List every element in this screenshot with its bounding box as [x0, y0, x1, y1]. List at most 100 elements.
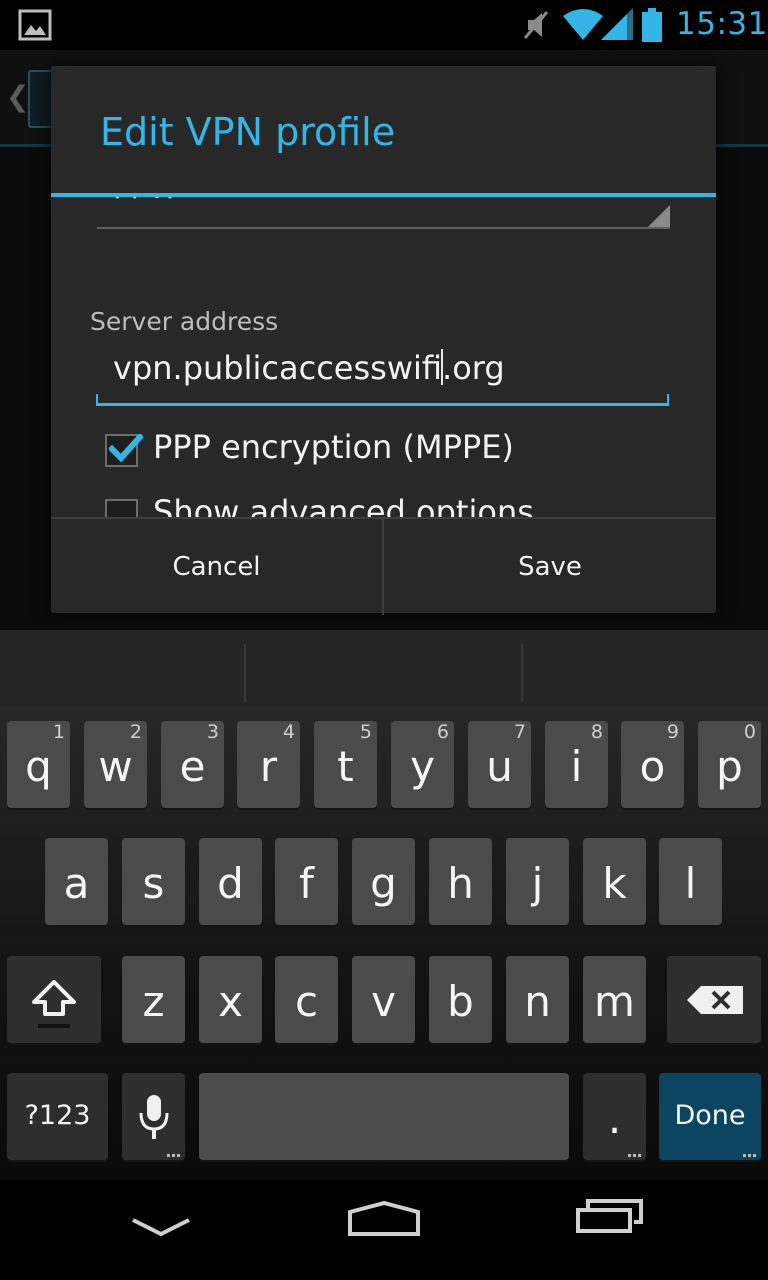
cancel-button[interactable]: Cancel	[51, 519, 384, 615]
shift-icon	[32, 980, 76, 1028]
vpn-type-value: PPTP	[113, 197, 183, 205]
key-o[interactable]: 9o	[621, 721, 684, 808]
period-key[interactable]: .	[583, 1073, 646, 1160]
key-s[interactable]: s	[122, 838, 185, 925]
key-label: u	[486, 742, 513, 791]
key-n[interactable]: n	[506, 956, 569, 1043]
suggestion-strip[interactable]	[0, 630, 768, 706]
save-button[interactable]: Save	[384, 519, 716, 615]
ppp-encryption-checkbox-row[interactable]: PPP encryption (MPPE)	[105, 427, 625, 477]
key-label: l	[684, 859, 697, 908]
voice-input-key[interactable]	[122, 1073, 185, 1160]
soft-keyboard: 1q 2w 3e 4r 5t 6y 7u 8i 9o 0p a s d f g …	[0, 630, 768, 1180]
key-hint: 6	[436, 721, 449, 743]
key-label: n	[524, 977, 551, 1026]
key-label: x	[218, 977, 243, 1026]
key-q[interactable]: 1q	[7, 721, 70, 808]
key-label: a	[63, 859, 90, 908]
ppp-encryption-label: PPP encryption (MPPE)	[153, 428, 514, 466]
key-w[interactable]: 2w	[84, 721, 147, 808]
key-g[interactable]: g	[352, 838, 415, 925]
vpn-type-spinner[interactable]: PPTP	[97, 197, 670, 229]
key-label: f	[299, 859, 314, 908]
advanced-options-checkbox-row[interactable]: Show advanced options	[105, 492, 625, 517]
key-label: v	[371, 977, 396, 1026]
microphone-icon	[139, 1095, 169, 1139]
picture-notification-icon	[18, 9, 52, 41]
key-label: h	[447, 859, 474, 908]
key-hint: 2	[129, 721, 142, 743]
key-l[interactable]: l	[659, 838, 722, 925]
navigation-bar	[0, 1180, 768, 1280]
key-label: p	[716, 742, 743, 791]
key-label: e	[179, 742, 206, 791]
more-options-dots	[628, 1154, 642, 1157]
space-key[interactable]	[199, 1073, 569, 1160]
status-bar: 15:31	[0, 0, 768, 50]
key-label: o	[639, 742, 666, 791]
key-u[interactable]: 7u	[468, 721, 531, 808]
key-k[interactable]: k	[583, 838, 646, 925]
key-x[interactable]: x	[199, 956, 262, 1043]
key-c[interactable]: c	[275, 956, 338, 1043]
key-label: b	[447, 977, 474, 1026]
suggestion-divider	[521, 644, 523, 702]
server-address-value: vpn.publicaccesswifi.org	[113, 349, 505, 387]
key-label: r	[259, 742, 278, 791]
key-e[interactable]: 3e	[161, 721, 224, 808]
spinner-arrow-icon	[648, 205, 670, 227]
done-key[interactable]: Done	[659, 1073, 761, 1160]
key-label: k	[602, 859, 627, 908]
home-icon[interactable]	[346, 1200, 422, 1238]
key-hint: 7	[513, 721, 526, 743]
key-d[interactable]: d	[199, 838, 262, 925]
key-label: d	[217, 859, 244, 908]
key-label: t	[337, 742, 354, 791]
key-h[interactable]: h	[429, 838, 492, 925]
dialog-button-bar: Cancel Save	[51, 517, 716, 615]
key-label: j	[531, 859, 544, 908]
key-label: s	[142, 859, 165, 908]
backspace-key[interactable]	[667, 956, 761, 1043]
checkmark-icon	[109, 434, 143, 463]
suggestion-divider	[244, 644, 246, 702]
more-options-dots	[167, 1154, 181, 1157]
key-t[interactable]: 5t	[314, 721, 377, 808]
shift-key[interactable]	[7, 956, 101, 1043]
recent-apps-icon[interactable]	[575, 1198, 645, 1234]
key-hint: 5	[359, 721, 372, 743]
key-label: g	[370, 859, 397, 908]
more-options-dots	[743, 1154, 757, 1157]
key-v[interactable]: v	[352, 956, 415, 1043]
ppp-encryption-checkbox[interactable]	[105, 434, 143, 467]
key-z[interactable]: z	[122, 956, 185, 1043]
status-time: 15:31	[676, 6, 768, 42]
key-f[interactable]: f	[275, 838, 338, 925]
key-m[interactable]: m	[583, 956, 646, 1043]
mute-icon	[523, 11, 549, 39]
back-chevron-icon[interactable]	[130, 1215, 192, 1239]
key-hint: 8	[590, 721, 603, 743]
key-y[interactable]: 6y	[391, 721, 454, 808]
key-label: c	[294, 977, 319, 1026]
key-label: w	[98, 742, 133, 791]
key-j[interactable]: j	[506, 838, 569, 925]
key-label: .	[607, 1094, 622, 1143]
advanced-options-checkbox[interactable]	[105, 499, 138, 517]
key-label: ?123	[24, 1100, 91, 1131]
field-right-edge	[667, 394, 669, 403]
wifi-icon	[563, 9, 603, 40]
signal-icon	[601, 8, 633, 40]
key-hint: 4	[282, 721, 295, 743]
key-r[interactable]: 4r	[237, 721, 300, 808]
symbols-key[interactable]: ?123	[7, 1073, 108, 1160]
key-b[interactable]: b	[429, 956, 492, 1043]
server-address-field[interactable]: vpn.publicaccesswifi.org	[96, 347, 669, 406]
dialog-title: Edit VPN profile	[100, 110, 396, 154]
key-p[interactable]: 0p	[698, 721, 761, 808]
key-i[interactable]: 8i	[545, 721, 608, 808]
battery-icon	[642, 8, 662, 42]
dialog-body[interactable]: PPTP Server address vpn.publicaccesswifi…	[51, 197, 716, 517]
key-a[interactable]: a	[45, 838, 108, 925]
backspace-icon	[687, 986, 743, 1014]
